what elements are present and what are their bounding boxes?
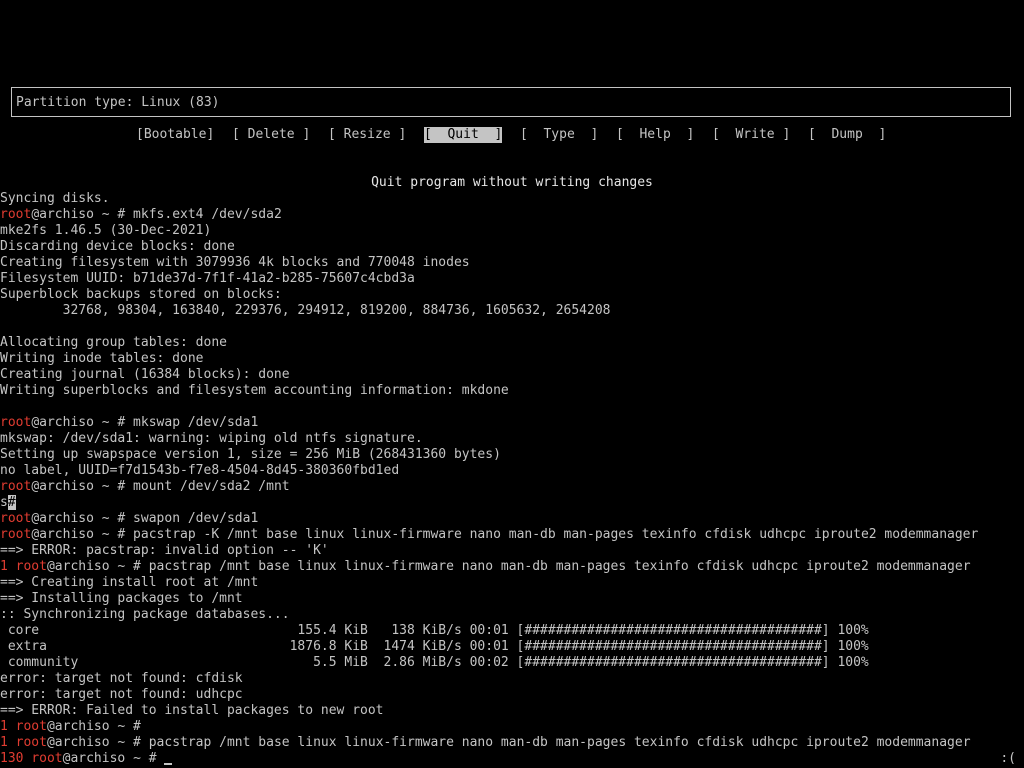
output-line: ==> Installing packages to /mnt (0, 591, 1024, 607)
prompt-command: @archiso ~ # mkswap /dev/sda1 (31, 415, 259, 430)
output-line: ==> ERROR: pacstrap: invalid option -- '… (0, 543, 1024, 559)
output-text: extra 1876.8 KiB 1474 KiB/s 00:01 [#####… (0, 639, 869, 654)
prompt-line: root@archiso ~ # pacstrap -K /mnt base l… (0, 527, 1024, 543)
output-text: Discarding device blocks: done (0, 239, 235, 254)
prompt-user: root (31, 751, 63, 766)
status-indicator: :( (1000, 751, 1016, 766)
output-line: Setting up swapspace version 1, size = 2… (0, 447, 1024, 463)
output-text: Creating filesystem with 3079936 4k bloc… (0, 255, 470, 270)
output-line: error: target not found: cfdisk (0, 671, 1024, 687)
output-text: mkswap: /dev/sda1: warning: wiping old n… (0, 431, 423, 446)
prompt-user: root (15, 719, 47, 734)
prompt-user: root (0, 415, 32, 430)
output-line: no label, UUID=f7d1543b-f7e8-4504-8d45-3… (0, 463, 1024, 479)
dump-button[interactable]: [ Dump ] (808, 127, 886, 143)
output-text: ==> ERROR: pacstrap: invalid option -- '… (0, 543, 329, 558)
output-line: s# (0, 495, 1024, 511)
partition-type-box: Partition type: Linux (83) (11, 87, 1011, 117)
output-text: core 155.4 KiB 138 KiB/s 00:01 [########… (0, 623, 869, 638)
output-line: Filesystem UUID: b71de37d-7f1f-41a2-b285… (0, 271, 1024, 287)
output-line: extra 1876.8 KiB 1474 KiB/s 00:01 [#####… (0, 639, 1024, 655)
output-text: Setting up swapspace version 1, size = 2… (0, 447, 501, 462)
output-line: Creating filesystem with 3079936 4k bloc… (0, 255, 1024, 271)
prompt-command: @archiso ~ # mount /dev/sda2 /mnt (31, 479, 290, 494)
prompt-user: root (0, 511, 32, 526)
delete-button[interactable]: [ Delete ] (232, 127, 310, 143)
output-line: Discarding device blocks: done (0, 239, 1024, 255)
output-line: ==> ERROR: Failed to install packages to… (0, 703, 1024, 719)
resize-button[interactable]: [ Resize ] (328, 127, 406, 143)
prompt-line: 1 root@archiso ~ # pacstrap /mnt base li… (0, 559, 1024, 575)
partition-type-label: Partition type: Linux (83) (16, 95, 220, 110)
terminal-screen[interactable]: Partition type: Linux (83) [Bootable] [ … (0, 0, 1024, 768)
write-button[interactable]: [ Write ] (712, 127, 790, 143)
output-text: ==> Creating install root at /mnt (0, 575, 259, 590)
output-text: Syncing disks. (0, 191, 110, 206)
prompt-command: @archiso ~ # (46, 719, 141, 734)
output-text: Allocating group tables: done (0, 335, 227, 350)
output-line: error: target not found: udhcpc (0, 687, 1024, 703)
prompt-line: 130 root@archiso ~ # (0, 751, 1024, 767)
output-line: Writing inode tables: done (0, 351, 1024, 367)
prompt-line: root@archiso ~ # mkfs.ext4 /dev/sda2 (0, 207, 1024, 223)
quit-button[interactable]: [ Quit ] (424, 127, 503, 143)
output-line: ==> Creating install root at /mnt (0, 575, 1024, 591)
exit-code: 1 (0, 735, 16, 750)
output-line: mkswap: /dev/sda1: warning: wiping old n… (0, 431, 1024, 447)
prompt-line: 1 root@archiso ~ # pacstrap /mnt base li… (0, 735, 1024, 751)
output-text: ==> Installing packages to /mnt (0, 591, 243, 606)
prompt-user: root (0, 207, 32, 222)
output-text: Superblock backups stored on blocks: (0, 287, 282, 302)
output-line: :: Synchronizing package databases... (0, 607, 1024, 623)
prompt-line: root@archiso ~ # mkswap /dev/sda1 (0, 415, 1024, 431)
block-cursor: # (7, 495, 16, 510)
output-text: Writing superblocks and filesystem accou… (0, 383, 509, 398)
exit-code: 130 (0, 751, 32, 766)
prompt-line: root@archiso ~ # swapon /dev/sda1 (0, 511, 1024, 527)
prompt-line: 1 root@archiso ~ # (0, 719, 1024, 735)
output-line: core 155.4 KiB 138 KiB/s 00:01 [########… (0, 623, 1024, 639)
exit-code: 1 (0, 559, 16, 574)
help-button[interactable]: [ Help ] (616, 127, 694, 143)
prompt-user: root (15, 735, 47, 750)
terminal-output: Syncing disks. root@archiso ~ # mkfs.ext4… (0, 191, 1024, 767)
type-button[interactable]: [ Type ] (520, 127, 598, 143)
output-line: Creating journal (16384 blocks): done (0, 367, 1024, 383)
menu-hint: Quit program without writing changes (371, 175, 653, 190)
prompt-line: root@archiso ~ # mount /dev/sda2 /mnt (0, 479, 1024, 495)
output-line: mke2fs 1.46.5 (30-Dec-2021) (0, 223, 1024, 239)
prompt-command: @archiso ~ # pacstrap -K /mnt base linux… (31, 527, 979, 542)
output-text: Creating journal (16384 blocks): done (0, 367, 290, 382)
output-line: 32768, 98304, 163840, 229376, 294912, 81… (0, 303, 1024, 319)
output-text: mke2fs 1.46.5 (30-Dec-2021) (0, 223, 212, 238)
prompt-command: @archiso ~ # pacstrap /mnt base linux li… (46, 735, 971, 750)
output-text: Writing inode tables: done (0, 351, 204, 366)
output-line: community 5.5 MiB 2.86 MiB/s 00:02 [####… (0, 655, 1024, 671)
prompt-command: @archiso ~ # pacstrap /mnt base linux li… (46, 559, 971, 574)
output-text: 32768, 98304, 163840, 229376, 294912, 81… (0, 303, 611, 318)
output-text: :: Synchronizing package databases... (0, 607, 290, 622)
prompt-command: @archiso ~ # swapon /dev/sda1 (31, 511, 259, 526)
output-line: Syncing disks. (0, 191, 1024, 207)
prompt-user: root (15, 559, 47, 574)
exit-code: 1 (0, 719, 16, 734)
prompt-user: root (0, 479, 32, 494)
output-text: no label, UUID=f7d1543b-f7e8-4504-8d45-3… (0, 463, 400, 478)
output-text: Filesystem UUID: b71de37d-7f1f-41a2-b285… (0, 271, 415, 286)
output-text: s (0, 495, 8, 510)
output-line: Superblock backups stored on blocks: (0, 287, 1024, 303)
bootable-button[interactable]: [Bootable] (136, 127, 214, 143)
output-text: error: target not found: cfdisk (0, 671, 243, 686)
prompt-command: @archiso ~ # (62, 751, 165, 766)
prompt-user: root (0, 527, 32, 542)
output-line: Writing superblocks and filesystem accou… (0, 383, 1024, 399)
output-text: error: target not found: udhcpc (0, 687, 243, 702)
text-cursor[interactable] (164, 751, 173, 765)
output-line: Allocating group tables: done (0, 335, 1024, 351)
output-text: ==> ERROR: Failed to install packages to… (0, 703, 384, 718)
prompt-command: @archiso ~ # mkfs.ext4 /dev/sda2 (31, 207, 282, 222)
output-text: community 5.5 MiB 2.86 MiB/s 00:02 [####… (0, 655, 869, 670)
